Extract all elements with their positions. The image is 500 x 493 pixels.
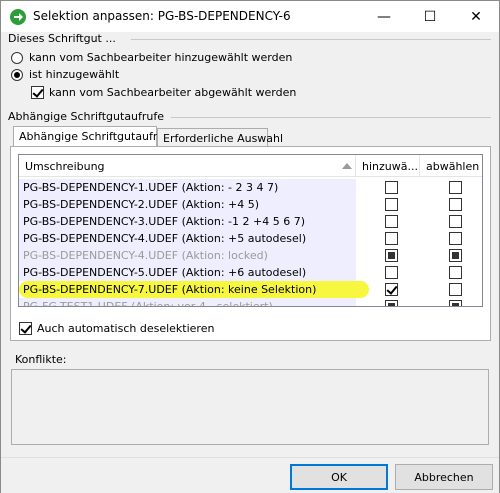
remove-checkbox[interactable]: [449, 198, 462, 211]
column-header-add[interactable]: hinzuwä...: [356, 155, 420, 177]
column-header-name[interactable]: Umschreibung: [19, 155, 356, 177]
dependency-list: Umschreibung hinzuwä... abwählen PG-BS-D…: [18, 154, 483, 307]
list-item[interactable]: PG-BS-DEPENDENCY-7.UDEF (Aktion: keine S…: [19, 281, 482, 298]
tab-panel: Umschreibung hinzuwä... abwählen PG-BS-D…: [10, 146, 491, 341]
list-item-name: PG-BS-DEPENDENCY-4.UDEF (Aktion: locked): [19, 247, 356, 264]
arrow-right-icon: [10, 9, 26, 25]
tab-required-selection[interactable]: Erforderliche Auswahl: [157, 128, 283, 148]
remove-checkbox[interactable]: [449, 300, 462, 306]
window-title: Selektion anpassen: PG-BS-DEPENDENCY-6: [33, 9, 291, 23]
remove-checkbox[interactable]: [449, 215, 462, 228]
add-checkbox[interactable]: [385, 283, 398, 296]
add-checkbox[interactable]: [385, 215, 398, 228]
add-checkbox[interactable]: [385, 181, 398, 194]
schriftgut-header: Dieses Schriftgut ...: [8, 32, 116, 45]
conflicts-label: Konflikte:: [15, 353, 67, 366]
list-item-name: PG-BS-DEPENDENCY-5.UDEF (Aktion: +6 auto…: [19, 264, 356, 281]
radio-is-added[interactable]: [11, 69, 23, 81]
radio-is-added-label[interactable]: ist hinzugewählt: [29, 68, 119, 81]
ok-button[interactable]: OK: [290, 464, 388, 490]
list-item-name: PG-BS-DEPENDENCY-2.UDEF (Aktion: +4 5): [19, 196, 356, 213]
schriftgut-separator: [131, 39, 491, 40]
add-checkbox[interactable]: [385, 249, 398, 262]
remove-checkbox[interactable]: [449, 232, 462, 245]
close-button[interactable]: ✕: [453, 1, 499, 32]
can-deselect-label[interactable]: kann vom Sachbearbeiter abgewählt werden: [49, 86, 296, 99]
radio-can-add-label[interactable]: kann vom Sachbearbeiter hinzugewählt wer…: [29, 51, 292, 64]
list-item-name: PG-BS-DEPENDENCY-4.UDEF (Aktion: +5 auto…: [19, 230, 356, 247]
auto-deselect-label[interactable]: Auch automatisch deselektieren: [37, 322, 214, 335]
list-item-name: PG-BS-DEPENDENCY-1.UDEF (Aktion: - 2 3 4…: [19, 179, 356, 196]
add-checkbox[interactable]: [385, 300, 398, 306]
list-item-name: PG-BS-DEPENDENCY-3.UDEF (Aktion: -1 2 +4…: [19, 213, 356, 230]
cancel-button[interactable]: Abbrechen: [395, 464, 493, 490]
list-item-name: PG-FG-TEST1.UDEF (Aktion: vor 4 - selekt…: [19, 298, 356, 306]
tab-dependent-calls[interactable]: Abhängige Schriftgutaufrufe: [13, 126, 175, 148]
list-item-name: PG-BS-DEPENDENCY-7.UDEF (Aktion: keine S…: [23, 283, 317, 296]
remove-checkbox[interactable]: [449, 181, 462, 194]
list-item[interactable]: PG-FG-TEST1.UDEF (Aktion: vor 4 - selekt…: [19, 298, 482, 306]
remove-checkbox[interactable]: [449, 249, 462, 262]
list-item[interactable]: PG-BS-DEPENDENCY-4.UDEF (Aktion: locked): [19, 247, 482, 264]
button-bar: OK Abbrechen: [1, 457, 499, 493]
sort-up-icon: [342, 163, 352, 169]
auto-deselect-checkbox[interactable]: [19, 322, 32, 335]
list-item[interactable]: PG-BS-DEPENDENCY-1.UDEF (Aktion: - 2 3 4…: [19, 179, 482, 196]
remove-checkbox[interactable]: [449, 283, 462, 296]
remove-checkbox[interactable]: [449, 266, 462, 279]
list-item[interactable]: PG-BS-DEPENDENCY-5.UDEF (Aktion: +6 auto…: [19, 264, 482, 281]
dialog-window: Selektion anpassen: PG-BS-DEPENDENCY-6 —…: [0, 0, 500, 493]
can-deselect-checkbox[interactable]: [31, 86, 44, 99]
add-checkbox[interactable]: [385, 198, 398, 211]
add-checkbox[interactable]: [385, 266, 398, 279]
list-item[interactable]: PG-BS-DEPENDENCY-2.UDEF (Aktion: +4 5): [19, 196, 482, 213]
minimize-button[interactable]: —: [361, 1, 407, 32]
title-bar: Selektion anpassen: PG-BS-DEPENDENCY-6 —…: [1, 1, 499, 32]
radio-can-add[interactable]: [11, 52, 23, 64]
list-header: Umschreibung hinzuwä... abwählen: [19, 155, 482, 177]
aufrufe-separator: [171, 117, 491, 118]
column-header-remove[interactable]: abwählen: [420, 155, 482, 177]
conflicts-box: [11, 369, 489, 445]
maximize-button[interactable]: ☐: [407, 1, 453, 32]
aufrufe-header: Abhängige Schriftgutaufrufe: [8, 110, 165, 123]
list-item[interactable]: PG-BS-DEPENDENCY-3.UDEF (Aktion: -1 2 +4…: [19, 213, 482, 230]
list-item[interactable]: PG-BS-DEPENDENCY-4.UDEF (Aktion: +5 auto…: [19, 230, 482, 247]
add-checkbox[interactable]: [385, 232, 398, 245]
